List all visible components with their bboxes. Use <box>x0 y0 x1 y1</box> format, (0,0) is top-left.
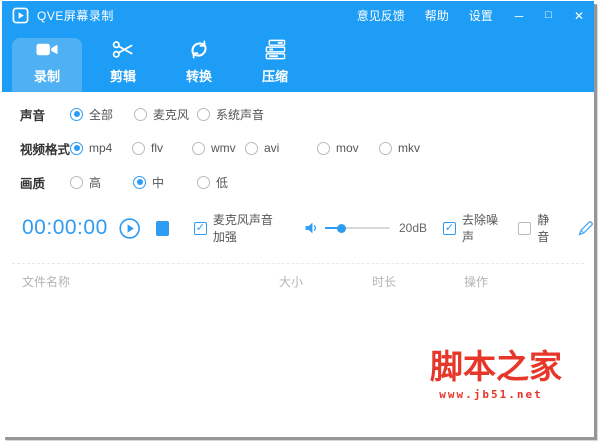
video-format-label: 视频格式 <box>20 142 71 157</box>
settings-link[interactable]: 设置 <box>469 7 493 24</box>
volume-slider[interactable] <box>325 221 390 235</box>
radio-sound-all[interactable]: 全部 <box>70 106 134 123</box>
radio-format-mp4[interactable]: mp4 <box>70 141 132 155</box>
radio-label: flv <box>151 141 163 155</box>
quality-label: 画质 <box>20 176 46 191</box>
play-button[interactable] <box>119 216 140 241</box>
tab-compress-label: 压缩 <box>261 69 288 84</box>
tab-edit-label: 剪辑 <box>109 69 136 84</box>
stop-button[interactable] <box>156 220 169 236</box>
tab-compress[interactable]: 压缩 <box>240 38 310 92</box>
radio-label: mov <box>336 141 359 155</box>
edit-pencil-icon[interactable] <box>577 218 594 238</box>
tab-bar: 录制 剪辑 转换 压缩 <box>2 30 594 92</box>
column-size: 大小 <box>279 275 304 289</box>
help-link[interactable]: 帮助 <box>425 7 449 24</box>
radio-label: mkv <box>398 141 420 155</box>
radio-format-wmv[interactable]: wmv <box>192 141 245 155</box>
watermark: 脚本之家 www.jb51.net <box>430 347 562 401</box>
radio-icon <box>317 141 330 155</box>
gain-value: 20dB <box>399 221 428 235</box>
radio-icon <box>245 141 258 155</box>
radio-icon <box>70 107 83 121</box>
column-file-name: 文件名称 <box>22 275 71 289</box>
denoise-checkbox[interactable]: ✓ 去除噪声 <box>443 211 500 245</box>
maximize-button[interactable]: □ <box>545 10 552 21</box>
video-camera-icon <box>36 43 58 56</box>
radio-label: 麦克风 <box>153 107 190 122</box>
slider-thumb[interactable] <box>337 223 347 233</box>
titlebar: QVE屏幕录制 意见反馈 帮助 设置 ─ □ ✕ <box>2 1 594 30</box>
scissors-icon <box>112 41 133 58</box>
radio-icon <box>132 141 145 155</box>
tab-edit[interactable]: 剪辑 <box>88 38 158 92</box>
checkbox-box: ✓ <box>443 221 457 235</box>
radio-quality-medium[interactable]: 中 <box>133 174 197 191</box>
radio-sound-system[interactable]: 系统声音 <box>197 106 264 123</box>
mic-boost-checkbox[interactable]: ✓ 麦克风声音加强 <box>193 211 282 245</box>
radio-label: avi <box>264 141 280 155</box>
radio-label: 高 <box>89 175 102 190</box>
radio-label: mp4 <box>89 141 113 155</box>
radio-label: 全部 <box>89 107 114 122</box>
check-icon: ✓ <box>195 221 205 234</box>
watermark-site-url: www.jb51.net <box>439 387 543 401</box>
tab-record[interactable]: 录制 <box>12 38 82 92</box>
tab-record-label: 录制 <box>33 69 60 84</box>
radio-icon <box>70 141 83 155</box>
radio-icon <box>192 141 205 155</box>
radio-sound-mic[interactable]: 麦克风 <box>134 106 197 123</box>
checkbox-box: ✓ <box>193 221 207 235</box>
quality-row: 画质 高 中 低 <box>2 171 228 193</box>
sound-label: 声音 <box>20 108 46 123</box>
radio-icon <box>70 175 83 189</box>
radio-label: wmv <box>211 141 236 155</box>
column-duration: 时长 <box>372 275 397 289</box>
radio-icon <box>379 141 392 155</box>
radio-format-mkv[interactable]: mkv <box>379 141 420 155</box>
file-list-header: 文件名称 大小 时长 操作 <box>2 273 594 291</box>
sound-row: 声音 全部 麦克风 系统声音 <box>2 103 264 125</box>
watermark-site-name: 脚本之家 <box>430 347 562 386</box>
app-logo-icon <box>12 7 29 24</box>
column-action: 操作 <box>464 275 489 289</box>
tab-convert-label: 转换 <box>185 69 212 84</box>
sync-arrows-icon <box>191 40 207 59</box>
radio-icon <box>197 107 210 121</box>
radio-label: 低 <box>216 175 229 190</box>
checkbox-box: ✓ <box>518 221 532 235</box>
radio-icon <box>197 175 210 189</box>
list-divider <box>12 263 584 264</box>
check-icon: ✓ <box>444 221 455 234</box>
checkbox-label: 静音 <box>537 213 550 244</box>
server-stack-icon <box>265 39 286 60</box>
radio-icon <box>133 175 146 189</box>
minimize-button[interactable]: ─ <box>515 10 524 22</box>
video-format-row: 视频格式 mp4 flv wmv avi mov mkv <box>2 137 420 159</box>
tab-convert[interactable]: 转换 <box>164 38 234 92</box>
app-window: QVE屏幕录制 意见反馈 帮助 设置 ─ □ ✕ 录制 剪辑 转换 压缩 声音 … <box>2 1 594 437</box>
radio-format-mov[interactable]: mov <box>317 141 379 155</box>
checkbox-label: 去除噪声 <box>462 213 499 244</box>
radio-format-avi[interactable]: avi <box>245 141 317 155</box>
radio-format-flv[interactable]: flv <box>132 141 192 155</box>
radio-icon <box>134 107 147 121</box>
radio-quality-low[interactable]: 低 <box>197 174 228 191</box>
close-button[interactable]: ✕ <box>574 10 584 22</box>
recording-timer: 00:00:00 <box>22 216 108 239</box>
speaker-icon[interactable] <box>304 220 319 236</box>
mute-checkbox[interactable]: ✓ 静音 <box>518 211 555 245</box>
radio-quality-high[interactable]: 高 <box>70 174 133 191</box>
radio-label: 系统声音 <box>216 107 265 122</box>
recording-controls: 00:00:00 ✓ 麦克风声音加强 20dB ✓ 去除噪声 ✓ 静音 <box>2 211 594 245</box>
app-title: QVE屏幕录制 <box>37 9 114 23</box>
checkbox-label: 麦克风声音加强 <box>212 213 273 244</box>
radio-label: 中 <box>152 175 165 190</box>
feedback-link[interactable]: 意见反馈 <box>357 7 405 24</box>
